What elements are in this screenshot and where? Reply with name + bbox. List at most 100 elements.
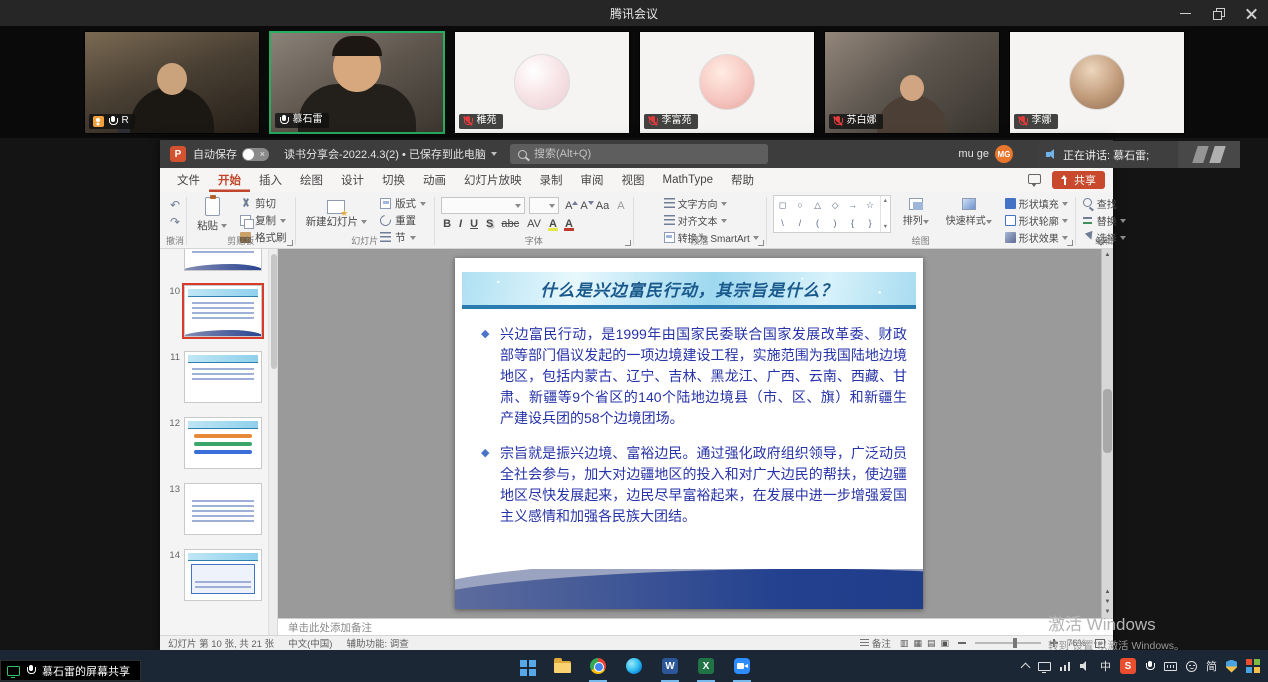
- find-button[interactable]: 查找: [1082, 196, 1127, 211]
- slide-thumbnail[interactable]: [184, 249, 262, 271]
- share-button[interactable]: 共享: [1052, 171, 1105, 189]
- shape-fill-button[interactable]: 形状填充: [1004, 196, 1069, 211]
- excel-button[interactable]: X: [688, 650, 724, 682]
- volume-icon[interactable]: [1080, 661, 1091, 671]
- participant-tile[interactable]: 苏白娜: [824, 31, 1000, 134]
- scrollbar-thumb[interactable]: [1103, 389, 1112, 453]
- replace-button[interactable]: 替换: [1082, 213, 1127, 228]
- change-case-button[interactable]: Aa: [594, 200, 611, 212]
- participant-tile[interactable]: 李娜: [1009, 31, 1185, 134]
- slide-canvas[interactable]: 什么是兴边富民行动，其宗旨是什么？ ◆ 兴边富民行动，是1999年由国家民委联合…: [278, 249, 1113, 618]
- shape-paren-left-icon[interactable]: (: [816, 218, 819, 228]
- italic-button[interactable]: I: [457, 218, 464, 230]
- search-box[interactable]: [510, 144, 768, 164]
- slide-thumbnail[interactable]: [184, 483, 262, 535]
- app-grid-icon[interactable]: [1246, 659, 1252, 665]
- security-shield-icon[interactable]: [1226, 660, 1237, 673]
- tab-design[interactable]: 设计: [332, 168, 373, 192]
- document-title[interactable]: 读书分享会-2022.4.3(2) • 已保存到此电脑: [284, 146, 497, 162]
- tab-view[interactable]: 视图: [613, 168, 654, 192]
- keyboard-icon[interactable]: [1164, 662, 1177, 671]
- strikethrough-button[interactable]: abc: [499, 218, 521, 230]
- shape-paren-right-icon[interactable]: ): [834, 218, 837, 228]
- chrome-button[interactable]: [580, 650, 616, 682]
- slide-sorter-view-icon[interactable]: ▦: [913, 638, 922, 649]
- dialog-launcher-icon[interactable]: [287, 240, 293, 246]
- participant-tile[interactable]: 李富苑: [639, 31, 815, 134]
- normal-view-icon[interactable]: ▥: [900, 638, 909, 649]
- shape-brace-left-icon[interactable]: {: [851, 218, 854, 228]
- close-icon[interactable]: [1245, 7, 1258, 20]
- character-spacing-button[interactable]: AV: [525, 218, 543, 230]
- input-mode-indicator[interactable]: 中: [1100, 658, 1111, 674]
- shrink-font-button[interactable]: A: [578, 200, 589, 212]
- tab-insert[interactable]: 插入: [250, 168, 291, 192]
- slide-title-banner[interactable]: 什么是兴边富民行动，其宗旨是什么？: [462, 272, 916, 309]
- shapes-gallery[interactable]: ◻ ○ △ ◇ → ☆ \ / ( ) { } ▲ ▼: [773, 195, 891, 233]
- bold-button[interactable]: B: [441, 218, 453, 230]
- shape-triangle-icon[interactable]: △: [814, 200, 821, 211]
- comments-icon[interactable]: [1028, 174, 1041, 184]
- dialog-launcher-icon[interactable]: [1067, 240, 1073, 246]
- zoom-out-icon[interactable]: [958, 642, 966, 644]
- search-input[interactable]: [534, 148, 760, 160]
- tab-mathtype[interactable]: MathType: [654, 168, 723, 192]
- start-button[interactable]: [508, 650, 544, 682]
- accessibility-status[interactable]: 辅助功能: 调查: [346, 636, 408, 650]
- dialog-launcher-icon[interactable]: [625, 240, 631, 246]
- scroll-up-icon[interactable]: ▲: [1105, 252, 1111, 258]
- font-size-select[interactable]: [529, 197, 559, 214]
- shape-line2-icon[interactable]: /: [799, 218, 802, 228]
- scroll-up-icon[interactable]: ▲: [883, 198, 888, 204]
- restore-icon[interactable]: [1212, 7, 1225, 20]
- text-direction-button[interactable]: 文字方向: [663, 196, 760, 211]
- slide-thumbnail[interactable]: [184, 351, 262, 403]
- tab-help[interactable]: 帮助: [722, 168, 763, 192]
- dialog-launcher-icon[interactable]: [758, 240, 764, 246]
- cut-button[interactable]: 剪切: [238, 196, 289, 211]
- simplified-chinese-badge[interactable]: 简: [1206, 658, 1217, 674]
- next-slide-icon[interactable]: ▼: [1105, 599, 1111, 605]
- sogou-icon[interactable]: S: [1120, 658, 1136, 674]
- quick-styles-button[interactable]: 快速样式: [941, 196, 997, 227]
- ppt-titlebar[interactable]: P 自动保存 读书分享会-2022.4.3(2) • 已保存到此电脑 mu ge…: [160, 140, 1113, 168]
- shape-rect-icon[interactable]: ◻: [779, 200, 786, 211]
- align-text-button[interactable]: 对齐文本: [663, 213, 760, 228]
- scrollbar-thumb[interactable]: [271, 254, 277, 369]
- shape-star-icon[interactable]: ☆: [866, 200, 874, 211]
- clear-formatting-button[interactable]: A: [615, 200, 626, 212]
- reset-button[interactable]: 重置: [378, 213, 428, 228]
- paste-button[interactable]: 粘贴: [193, 195, 231, 235]
- slideshow-view-icon[interactable]: ▣: [940, 638, 949, 649]
- current-slide[interactable]: 什么是兴边富民行动，其宗旨是什么？ ◆ 兴边富民行动，是1999年由国家民委联合…: [455, 258, 923, 609]
- font-color-button[interactable]: A: [563, 218, 575, 230]
- shape-diamond-icon[interactable]: ◇: [832, 200, 839, 211]
- tab-review[interactable]: 审阅: [572, 168, 613, 192]
- account-info[interactable]: mu ge MG: [958, 145, 1013, 163]
- participant-tile-active-speaker[interactable]: 慕石雷: [269, 31, 445, 134]
- display-icon[interactable]: [1038, 662, 1051, 671]
- underline-button[interactable]: U: [468, 218, 480, 230]
- new-slide-button[interactable]: 新建幻灯片: [302, 195, 372, 230]
- undo-button[interactable]: ↶: [170, 198, 180, 212]
- redo-button[interactable]: ↷: [170, 215, 180, 229]
- notes-toggle[interactable]: 备注: [860, 636, 891, 650]
- notes-pane[interactable]: 单击此处添加备注: [278, 618, 1113, 635]
- minimize-icon[interactable]: [1179, 7, 1192, 20]
- meeting-app-button[interactable]: [724, 650, 760, 682]
- slide-thumbnail-selected[interactable]: [184, 285, 262, 337]
- language-status[interactable]: 中文(中国): [288, 636, 332, 650]
- zoom-slider[interactable]: [975, 642, 1041, 644]
- slide-body-text[interactable]: ◆ 兴边富民行动，是1999年由国家民委联合国家发展改革委、财政部等部门倡议发起…: [481, 324, 907, 541]
- tab-file[interactable]: 文件: [168, 168, 209, 192]
- slide-thumbnail[interactable]: [184, 417, 262, 469]
- scroll-down-icon[interactable]: ▼: [883, 224, 888, 230]
- font-name-select[interactable]: [441, 197, 525, 214]
- edge-button[interactable]: [616, 650, 652, 682]
- text-shadow-button[interactable]: S: [484, 218, 495, 230]
- network-icon[interactable]: [1060, 662, 1071, 671]
- copy-button[interactable]: 复制: [238, 213, 289, 228]
- grow-font-button[interactable]: A: [563, 200, 574, 212]
- tray-mic-icon[interactable]: [1145, 661, 1155, 672]
- zoom-slider-thumb[interactable]: [1013, 638, 1017, 648]
